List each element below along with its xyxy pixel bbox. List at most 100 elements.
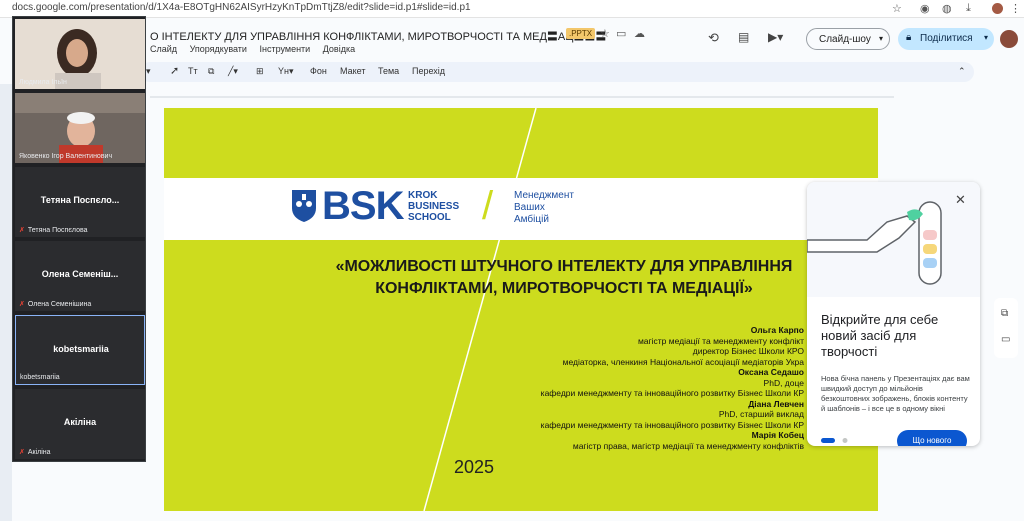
text-format-icon[interactable]: Yн▾ (278, 66, 294, 77)
menu-dots-icon[interactable]: ⋮ (1010, 2, 1021, 15)
slideshow-button[interactable]: Слайд-шоу ▾ (806, 28, 890, 50)
profile-avatar[interactable] (992, 3, 1003, 14)
folder-icon[interactable]: ▭ (1001, 334, 1010, 345)
school-line-1: KROK (408, 190, 438, 201)
video-call-icon[interactable]: ▶▾ (768, 30, 783, 44)
menu-slide[interactable]: Слайд (150, 44, 177, 54)
layout-button[interactable]: Макет (340, 66, 365, 76)
popup-body: Нова бічна панель у Презентаціях дає вам… (821, 374, 970, 413)
transition-button[interactable]: Перехід (412, 66, 445, 76)
author-detail: медіаторка, членкиня Національної асоціа… (562, 356, 804, 367)
motto-line-1: Менеджмент (514, 190, 574, 201)
participant-center-name: kobetsmariia (53, 344, 109, 354)
author-name: Ольга Карпо (750, 325, 804, 335)
participant-name: Тетяна Поспєлова (27, 227, 88, 234)
address-bar[interactable]: docs.google.com/presentation/d/1X4a-E8OT… (0, 0, 1024, 18)
author-detail: кафедри менеджменту та інноваційного роз… (540, 388, 804, 398)
menu-arrange[interactable]: Упорядкувати (190, 44, 247, 54)
extension-icon[interactable]: ◉ (920, 2, 930, 15)
slide-filmstrip[interactable] (0, 84, 12, 521)
motto: Менеджмент Ваших Амбіцій (514, 190, 574, 226)
participant-name: Людмила Ільїн (19, 79, 67, 86)
mic-off-icon: ✗ (19, 227, 25, 234)
comment-add-icon[interactable]: ⊞ (256, 66, 264, 77)
lock-icon: 🔒︎ (906, 32, 912, 43)
extension-icon[interactable]: ◍ (942, 2, 952, 15)
authors-block: Ольга Карпо магістр медіації та менеджме… (384, 325, 804, 451)
collapse-toolbar-icon[interactable]: ⌃ (958, 66, 966, 77)
author-detail: магістр права, магістр медіації та менед… (572, 440, 804, 451)
move-folder-icon[interactable]: ▭ (616, 27, 626, 40)
motto-line-2: Ваших (514, 202, 545, 213)
participant-center-name: Тетяна Поспєло... (40, 195, 120, 205)
background-button[interactable]: Фон (310, 66, 327, 76)
author-detail: PhD, доце (763, 377, 804, 388)
author-detail: кафедри менеджменту та інноваційного роз… (540, 419, 804, 430)
cloud-status-icon[interactable]: ☁ (634, 27, 645, 40)
slide-year: 2025 (454, 457, 495, 477)
participant-name: Яковенко Ігор Валентинович (19, 153, 113, 160)
theme-button[interactable]: Тема (378, 66, 399, 76)
comments-icon[interactable]: ▤ (738, 30, 749, 44)
document-title[interactable]: О ІНТЕЛЕКТУ ДЛЯ УПРАВЛІННЯ КОНФЛІКТАМИ, … (150, 28, 606, 44)
menu-bar: Слайд Упорядкувати Інструменти Довідка (150, 44, 365, 54)
school-line-2: BUSINESS (408, 201, 460, 212)
meet-participants-panel[interactable]: Людмила Ільїн Яковенко Ігор Валентинович… (12, 16, 146, 462)
participant-tile[interactable]: kobetsmariia kobetsmariia (15, 315, 145, 385)
select-cursor-icon[interactable]: ➚ (170, 64, 179, 77)
text-box-icon[interactable]: Tт (188, 66, 198, 76)
author-name: Оксана Седашо (738, 367, 804, 377)
pager-dots (821, 438, 848, 443)
author-name: Діана Левчен (748, 398, 804, 409)
chevron-down-icon[interactable]: ▾ (984, 33, 988, 42)
url-text[interactable]: docs.google.com/presentation/d/1X4a-E8OT… (12, 2, 471, 13)
slides-panel-icon[interactable]: ⧉ (1001, 308, 1008, 319)
image-icon[interactable]: ⧉ (208, 66, 214, 77)
star-icon[interactable]: ☆ (600, 27, 610, 40)
share-label: Поділитися (920, 33, 973, 44)
slideshow-label: Слайд-шоу (819, 34, 871, 45)
line-icon[interactable]: ╱▾ (228, 66, 238, 77)
author-detail: директор Бізнес Школи КРО (692, 346, 804, 356)
ruler-ticks (150, 96, 894, 98)
zoom-dropdown-icon[interactable]: ▾ (146, 66, 151, 77)
participant-tile[interactable]: Олена Семеніш... ✗ Олена Семенішина (15, 241, 145, 311)
author-name: Марія Кобец (751, 430, 804, 440)
participant-name: kobetsmariia (20, 374, 60, 381)
bookmark-star-icon[interactable]: ☆ (892, 2, 902, 15)
author-detail: PhD, старший виклад (718, 409, 804, 419)
file-type-badge: .PPTX (566, 28, 596, 39)
author-detail: магістр медіації та менеджменту конфлікт (637, 335, 804, 346)
horizontal-ruler (150, 86, 894, 98)
user-avatar[interactable] (1000, 30, 1018, 48)
docs-header: О ІНТЕЛЕКТУ ДЛЯ УПРАВЛІННЯ КОНФЛІКТАМИ, … (0, 18, 1024, 84)
chevron-down-icon[interactable]: ▾ (879, 34, 883, 43)
shield-logo-icon (292, 190, 316, 222)
school-name: KROK BUSINESS SCHOOL (408, 190, 459, 223)
history-icon[interactable]: ⟲ (708, 30, 719, 46)
participant-tile[interactable]: Людмила Ільїн (15, 19, 145, 89)
participant-name: Олена Семенішина (27, 301, 92, 308)
close-icon[interactable]: ✕ (955, 192, 966, 208)
participant-center-name: Акіліна (63, 417, 97, 427)
motto-line-3: Амбіцій (514, 214, 549, 225)
mic-off-icon: ✗ (19, 301, 25, 308)
side-panel-icons: ⧉ ▭ (994, 298, 1018, 358)
participant-tile[interactable]: Тетяна Поспєло... ✗ Тетяна Поспєлова (15, 167, 145, 237)
logo-text: BSK (322, 184, 404, 228)
menu-tools[interactable]: Інструменти (259, 44, 310, 54)
whats-new-button[interactable]: Що нового (897, 430, 967, 446)
mic-off-icon: ✗ (19, 449, 25, 456)
logo-divider-slash: / (482, 184, 494, 228)
share-button[interactable]: 🔒︎ Поділитися ▾ (898, 28, 994, 50)
slide-canvas[interactable]: BSK KROK BUSINESS SCHOOL / Менеджмент Ва… (164, 108, 878, 511)
slide-title: «МОЖЛИВОСТІ ШТУЧНОГО ІНТЕЛЕКТУ ДЛЯ УПРАВ… (335, 258, 793, 297)
download-icon[interactable]: ⤓ (966, 2, 971, 15)
participant-tile[interactable]: Яковенко Ігор Валентинович (15, 93, 145, 163)
popup-title: Відкрийте для себе новий засіб для творч… (821, 312, 939, 359)
participant-name: Акіліна (27, 449, 51, 456)
school-line-3: SCHOOL (408, 212, 451, 223)
whats-new-popup: ✕ Відкрийте для себе новий засіб для тво… (807, 182, 980, 446)
menu-help[interactable]: Довідка (323, 44, 355, 54)
participant-tile[interactable]: Акіліна ✗ Акіліна (15, 389, 145, 459)
